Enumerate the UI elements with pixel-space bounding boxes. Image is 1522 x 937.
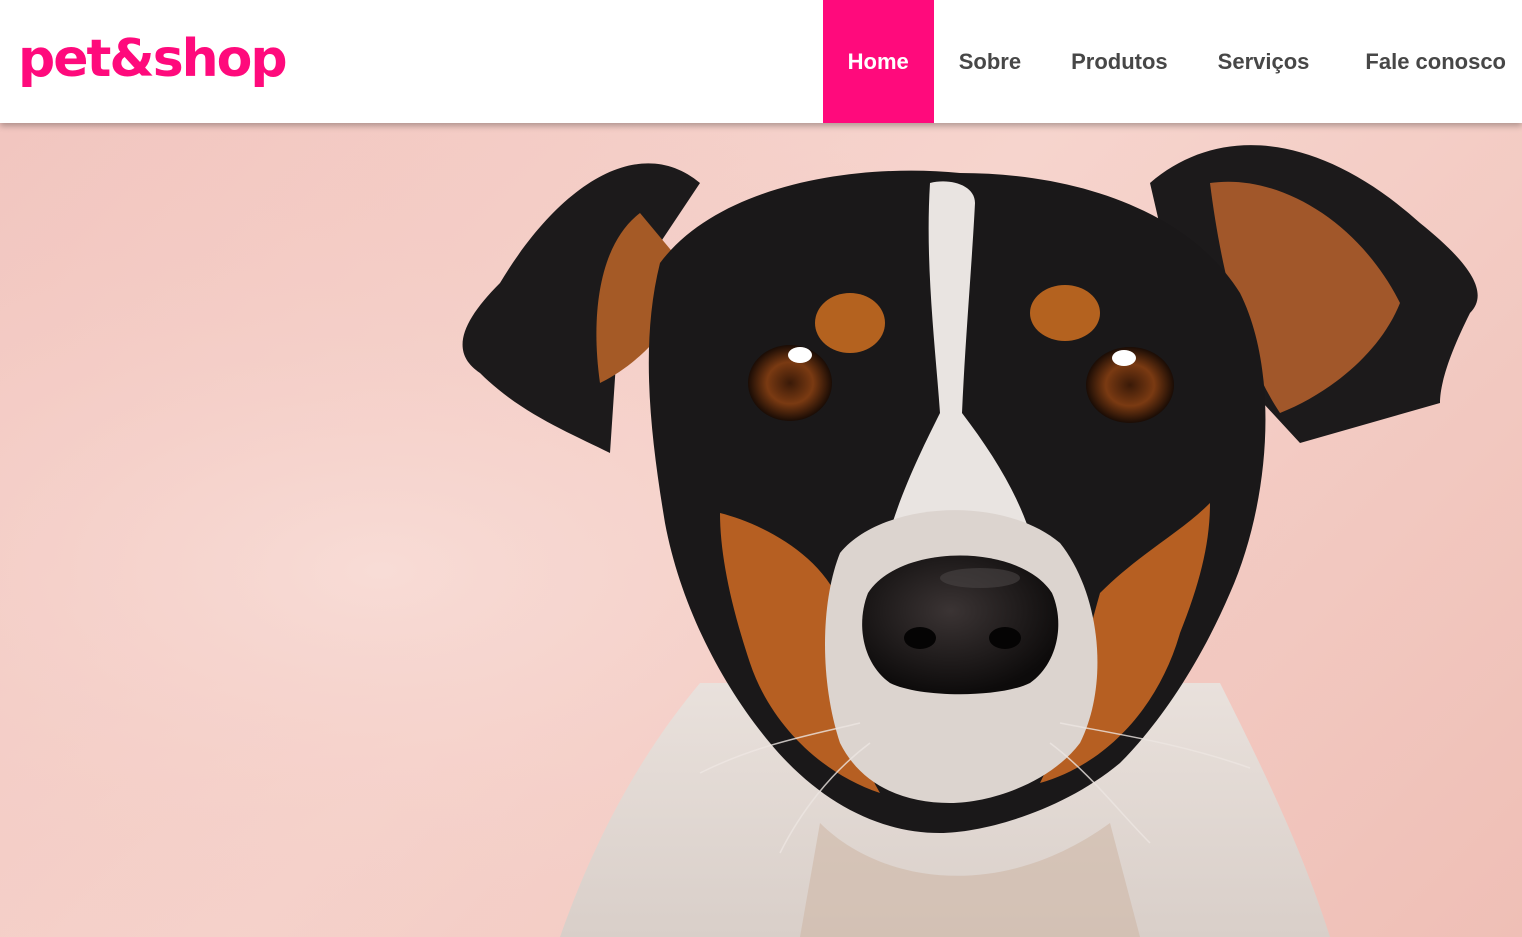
dog-portrait-image	[0, 123, 1522, 937]
site-header: pet&shop Home Sobre Produtos Serviços Fa…	[0, 0, 1522, 123]
nav-servicos[interactable]: Serviços	[1193, 0, 1335, 123]
hero-banner	[0, 123, 1522, 937]
nav-fale-conosco[interactable]: Fale conosco	[1334, 0, 1522, 123]
nav-sobre[interactable]: Sobre	[934, 0, 1046, 123]
nav-produtos[interactable]: Produtos	[1046, 0, 1193, 123]
logo[interactable]: pet&shop	[18, 26, 288, 92]
nav-home[interactable]: Home	[822, 0, 934, 123]
main-nav: Home Sobre Produtos Serviços Fale conosc…	[822, 0, 1522, 123]
